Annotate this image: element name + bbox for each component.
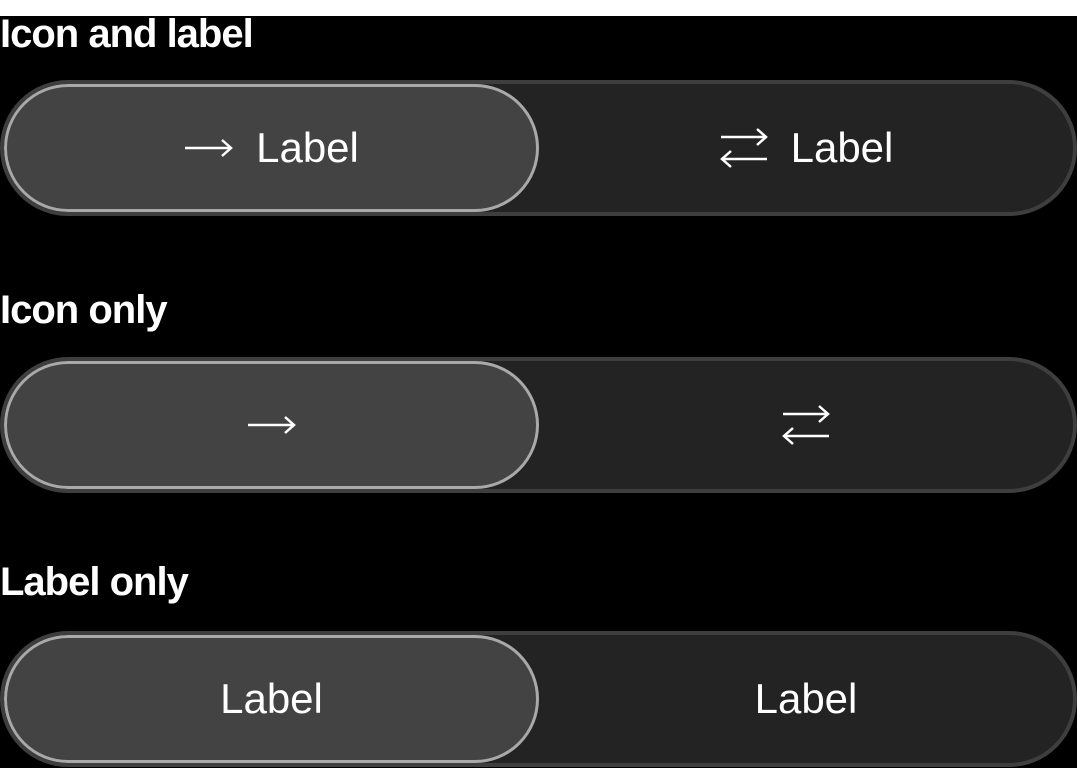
section-title-icon-only: Icon only <box>0 288 168 332</box>
arrow-right-icon <box>247 415 297 435</box>
segment-option-2[interactable]: Label <box>539 635 1073 763</box>
swap-arrows-icon <box>719 125 769 171</box>
segment-option-1-label: Label <box>256 124 359 171</box>
segment-option-1-label: Label <box>220 675 323 722</box>
segmented-control-label-only: Label Label <box>0 631 1077 767</box>
section-title-icon-and-label: Icon and label <box>0 12 254 56</box>
segment-option-2[interactable]: Label <box>539 84 1073 212</box>
segment-option-2[interactable] <box>539 361 1073 489</box>
segmented-control-icon-and-label: Label Label <box>0 80 1077 216</box>
section-title-label-only: Label only <box>0 560 189 604</box>
segment-option-1[interactable]: Label <box>4 635 539 763</box>
segment-option-1[interactable]: Label <box>4 84 539 212</box>
arrow-right-icon <box>184 138 234 158</box>
segment-option-2-label: Label <box>754 675 858 722</box>
segment-option-2-label: Label <box>790 124 894 171</box>
segmented-control-icon-only <box>0 357 1077 493</box>
segment-option-1[interactable] <box>4 361 539 489</box>
swap-arrows-icon <box>781 402 831 448</box>
